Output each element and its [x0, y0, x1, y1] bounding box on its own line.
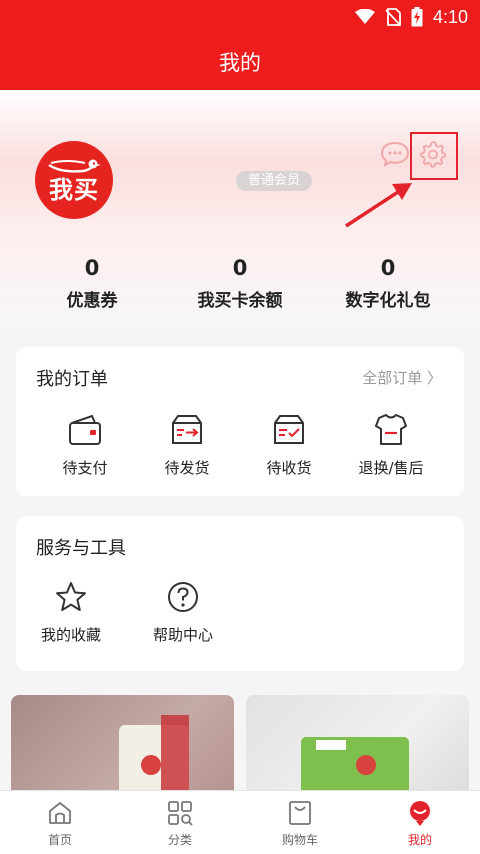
tab-category[interactable]: 分类: [120, 791, 240, 854]
settings-highlight-box: [410, 132, 458, 180]
product-card[interactable]: [11, 695, 234, 795]
page-title: 我的: [219, 51, 261, 75]
order-pending-shipment[interactable]: 待发货: [142, 411, 232, 478]
tab-profile[interactable]: 我的: [360, 791, 480, 854]
avatar[interactable]: 我买: [35, 141, 113, 219]
order-after-sale[interactable]: 退换/售后: [346, 411, 436, 478]
member-level-badge[interactable]: 普通会员: [236, 171, 313, 191]
my-orders-card: 我的订单 全部订单 〉 待支付 待发货 待收货 退换/售后: [16, 347, 464, 496]
battery-charging-icon: [411, 7, 423, 27]
order-item-label: 待支付: [62, 459, 108, 477]
box-receive-icon: [274, 415, 304, 444]
stat-label: 数字化礼包: [345, 291, 431, 311]
page-title-bar: 我的: [0, 34, 480, 90]
no-sim-icon: [385, 8, 401, 26]
status-time: 4:10: [432, 6, 468, 27]
account-stats: 0 优惠券 0 我买卡余额 0 数字化礼包: [18, 240, 462, 320]
stat-digital-gift[interactable]: 0 数字化礼包: [314, 240, 462, 320]
stat-value: 0: [232, 256, 248, 280]
stat-value: 0: [84, 256, 100, 280]
order-item-label: 待发货: [164, 459, 210, 477]
logo-text: 我买: [49, 176, 99, 204]
order-pending-receipt[interactable]: 待收货: [244, 411, 334, 478]
service-favorites[interactable]: 我的收藏: [26, 580, 116, 645]
stat-coupons[interactable]: 0 优惠券: [18, 240, 166, 320]
wallet-icon: [69, 414, 101, 445]
stat-value: 0: [380, 256, 396, 280]
tab-label: 我的: [407, 833, 432, 847]
order-item-label: 待收货: [266, 459, 312, 477]
star-icon: [56, 582, 86, 611]
home-icon: [49, 802, 71, 824]
wifi-icon: [354, 9, 375, 24]
view-all-orders-link[interactable]: 全部订单 〉: [362, 367, 442, 388]
product-image: [119, 715, 189, 795]
after-sale-icon: [375, 414, 407, 445]
stat-label: 优惠券: [66, 291, 118, 311]
tab-label: 分类: [167, 833, 192, 847]
product-card[interactable]: [246, 695, 469, 795]
services-title: 服务与工具: [36, 538, 126, 559]
message-icon[interactable]: [380, 141, 410, 167]
stat-card-balance[interactable]: 0 我买卡余额: [166, 240, 314, 320]
service-help-center[interactable]: 帮助中心: [138, 580, 228, 645]
services-tools-card: 服务与工具 我的收藏 帮助中心: [16, 516, 464, 671]
product-image: [301, 737, 409, 795]
service-item-label: 帮助中心: [152, 626, 213, 644]
tab-home[interactable]: 首页: [0, 791, 120, 854]
box-ship-icon: [172, 415, 202, 444]
service-item-label: 我的收藏: [40, 626, 101, 644]
pointer-arrow-icon: [345, 183, 412, 228]
tab-cart[interactable]: 购物车: [240, 791, 360, 854]
bottom-tab-bar: 首页 分类 购物车 我的: [0, 790, 480, 854]
profile-icon: [410, 801, 430, 826]
help-icon: [168, 582, 198, 612]
tab-label: 首页: [47, 833, 72, 847]
order-item-label: 退换/售后: [358, 459, 424, 477]
orders-title: 我的订单: [36, 369, 108, 390]
status-bar: 4:10: [0, 0, 480, 34]
cart-icon: [289, 801, 311, 825]
category-icon: [168, 801, 193, 826]
order-pending-payment[interactable]: 待支付: [40, 411, 130, 478]
stat-label: 我买卡余额: [197, 291, 283, 311]
tab-label: 购物车: [281, 833, 318, 847]
